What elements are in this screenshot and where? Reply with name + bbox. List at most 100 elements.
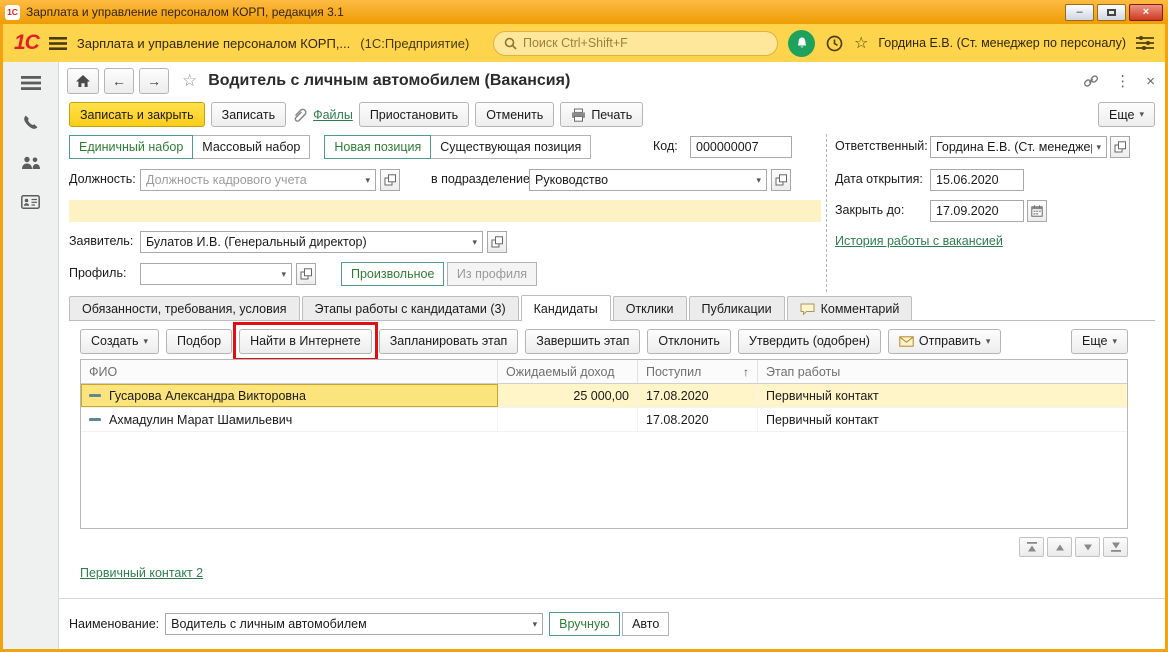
print-button[interactable]: Печать (560, 102, 644, 127)
tab-comment[interactable]: Комментарий (786, 296, 913, 321)
dropdown-icon[interactable]: ▾ (533, 619, 538, 630)
applicant-open-button[interactable] (487, 231, 507, 253)
arbitrary-toggle[interactable]: Произвольное (341, 262, 445, 286)
finish-stage-button[interactable]: Завершить этап (525, 328, 641, 354)
get-link-button[interactable] (1083, 73, 1099, 89)
sidebar-employees-button[interactable] (21, 156, 41, 171)
manual-toggle[interactable]: Вручную (549, 612, 620, 636)
column-header-fio[interactable]: ФИО (81, 360, 498, 383)
tab-stages[interactable]: Этапы работы с кандидатами (3) (301, 296, 519, 321)
current-user[interactable]: Гордина Е.В. (Ст. менеджер по персоналу) (878, 36, 1126, 50)
plan-stage-button[interactable]: Запланировать этап (378, 328, 519, 354)
tab-responses[interactable]: Отклики (612, 296, 687, 321)
service-menu-button[interactable] (1136, 36, 1154, 50)
favorite-star-icon[interactable]: ☆ (182, 71, 197, 91)
profile-open-button[interactable] (296, 263, 316, 285)
paperclip-icon (294, 108, 307, 122)
cell-stage[interactable]: Первичный контакт (758, 384, 1127, 407)
more-button-candidates[interactable]: Еще ▾ (1071, 328, 1128, 354)
attach-button[interactable] (292, 107, 307, 123)
table-row[interactable]: Ахмадулин Марат Шамильевич 17.08.2020 Пе… (81, 408, 1127, 432)
cell-received[interactable]: 17.08.2020 (638, 384, 758, 407)
auto-toggle[interactable]: Авто (622, 612, 670, 636)
cell-value: 17.08.2020 (646, 388, 709, 403)
cancel-button[interactable]: Отменить (475, 102, 555, 127)
column-header-stage[interactable]: Этап работы (758, 360, 1127, 383)
create-button[interactable]: Создать ▾ (80, 328, 160, 354)
chevron-down-icon: ▾ (985, 335, 991, 346)
cell-fio[interactable]: Ахмадулин Марат Шамильевич (81, 408, 498, 431)
close-window-button[interactable]: × (1129, 3, 1163, 21)
empty-required-field[interactable] (69, 200, 821, 222)
scroll-up-button[interactable] (1047, 537, 1072, 557)
responsible-open-button[interactable] (1110, 136, 1130, 158)
table-row[interactable]: Гусарова Александра Викторовна 25 000,00… (81, 384, 1127, 408)
column-header-income[interactable]: Ожидаемый доход (498, 360, 638, 383)
department-field[interactable]: Руководство ▾ (529, 169, 767, 191)
vacancy-history-link[interactable]: История работы с вакансией (835, 234, 1003, 248)
applicant-field[interactable]: Булатов И.В. (Генеральный директор) ▾ (140, 231, 483, 253)
cell-income[interactable]: 25 000,00 (498, 384, 638, 407)
mass-set-toggle[interactable]: Массовый набор (192, 135, 311, 159)
from-profile-toggle[interactable]: Из профиля (446, 262, 538, 286)
profile-field[interactable]: ▾ (140, 263, 292, 285)
more-actions-button[interactable]: ⋮ (1115, 72, 1130, 90)
send-button[interactable]: Отправить ▾ (887, 328, 1002, 354)
sidebar-badge-button[interactable] (21, 195, 40, 209)
maximize-button[interactable] (1097, 3, 1126, 21)
approve-button[interactable]: Утвердить (одобрен) (737, 328, 881, 354)
sidebar-discussions-button[interactable] (22, 114, 40, 132)
tab-candidates[interactable]: Кандидаты (520, 295, 611, 321)
scroll-to-bottom-button[interactable] (1103, 537, 1128, 557)
scroll-to-top-button[interactable] (1019, 537, 1044, 557)
tab-duties[interactable]: Обязанности, требования, условия (69, 296, 300, 321)
home-button[interactable] (67, 68, 99, 94)
favorites-star-button[interactable]: ☆ (854, 33, 868, 53)
dropdown-icon[interactable]: ▾ (1096, 142, 1101, 153)
save-button[interactable]: Записать (210, 102, 287, 127)
forward-button[interactable]: → (139, 68, 169, 94)
cell-income[interactable] (498, 408, 638, 431)
history-button[interactable] (825, 34, 844, 53)
back-button[interactable]: ← (104, 68, 134, 94)
minimize-button[interactable]: – (1065, 3, 1094, 21)
vacancy-form: ← → ☆ Водитель с личным автомобилем (Вак… (59, 62, 1165, 649)
window-1c-icon: 1С (5, 4, 20, 20)
column-header-received[interactable]: Поступил ↑ (638, 360, 758, 383)
dropdown-icon[interactable]: ▾ (472, 237, 477, 248)
current-stage-link[interactable]: Первичный контакт 2 (80, 566, 203, 580)
save-and-close-button[interactable]: Записать и закрыть (69, 102, 205, 127)
dropdown-icon[interactable]: ▾ (365, 175, 370, 186)
code-field[interactable]: 000000007 (690, 136, 792, 158)
position-open-button[interactable] (380, 169, 400, 191)
cell-fio[interactable]: Гусарова Александра Викторовна (81, 384, 498, 407)
close-date-field[interactable]: 17.09.2020 (930, 200, 1024, 222)
notifications-button[interactable] (788, 29, 815, 57)
files-link[interactable]: Файлы (313, 108, 353, 122)
selection-button[interactable]: Подбор (166, 328, 233, 354)
dropdown-icon[interactable]: ▾ (756, 175, 761, 186)
main-menu-button[interactable] (48, 36, 67, 50)
close-form-button[interactable]: × (1146, 73, 1155, 90)
cell-stage[interactable]: Первичный контакт (758, 408, 1127, 431)
more-button-top[interactable]: Еще ▾ (1098, 102, 1155, 127)
scroll-down-button[interactable] (1075, 537, 1100, 557)
single-set-toggle[interactable]: Единичный набор (69, 135, 194, 159)
suspend-button[interactable]: Приостановить (358, 102, 470, 127)
dropdown-icon[interactable]: ▾ (281, 269, 286, 280)
find-in-internet-button[interactable]: Найти в Интернете (239, 328, 372, 354)
position-field[interactable]: Должность кадрового учета ▾ (140, 169, 376, 191)
new-position-toggle[interactable]: Новая позиция (324, 135, 432, 159)
close-date-calendar-button[interactable] (1027, 200, 1047, 222)
existing-position-toggle[interactable]: Существующая позиция (430, 135, 592, 159)
1c-logo: 1С (14, 31, 40, 54)
open-date-field[interactable]: 15.06.2020 (930, 169, 1024, 191)
reject-button[interactable]: Отклонить (647, 328, 731, 354)
cell-received[interactable]: 17.08.2020 (638, 408, 758, 431)
global-search-input[interactable]: Поиск Ctrl+Shift+F (493, 30, 778, 56)
department-open-button[interactable] (771, 169, 791, 191)
tab-publications[interactable]: Публикации (688, 296, 785, 321)
name-field[interactable]: Водитель с личным автомобилем ▾ (165, 613, 544, 635)
sidebar-menu-button[interactable] (20, 76, 41, 90)
responsible-field[interactable]: Гордина Е.В. (Ст. менеджер п ▾ (930, 136, 1107, 158)
